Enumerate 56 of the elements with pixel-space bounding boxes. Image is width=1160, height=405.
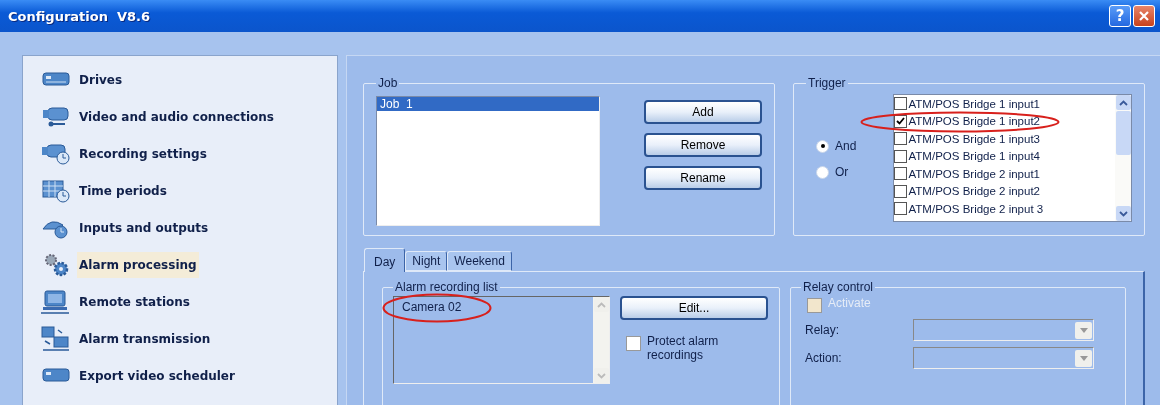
scrollbar[interactable]: [1115, 95, 1131, 221]
checkbox-label: Activate: [828, 296, 871, 310]
tab[interactable]: Weekend: [447, 251, 512, 271]
calendar-clock-icon: [41, 177, 71, 204]
window-title: Configuration V8.6: [8, 8, 151, 24]
group-label: Relay control: [802, 280, 875, 294]
job-button[interactable]: Add: [644, 100, 762, 124]
job-list[interactable]: Job 1: [376, 96, 600, 226]
scroll-down-icon[interactable]: [1118, 210, 1128, 217]
sidebar-item[interactable]: Recording settings: [77, 140, 209, 167]
checkbox[interactable]: [893, 132, 907, 146]
sidebar-item[interactable]: Drives: [77, 66, 125, 93]
sidebar-item[interactable]: Video and audio connections: [77, 103, 276, 130]
group-label: Job: [377, 76, 399, 90]
input-label: ATM/POS Brigde 1 input4: [908, 150, 1040, 163]
checkbox[interactable]: [893, 167, 907, 181]
dropdown-caret-icon: [1079, 327, 1088, 333]
network-icon: [41, 325, 71, 352]
radio-button[interactable]: [816, 139, 829, 153]
checkbox[interactable]: [626, 336, 641, 351]
input-label: ATM/POS Bridge 2 input2: [908, 185, 1040, 198]
checkbox[interactable]: [893, 184, 907, 198]
tab[interactable]: Night: [405, 251, 448, 271]
checkbox[interactable]: [893, 149, 907, 163]
job-button[interactable]: Remove: [644, 133, 762, 157]
checkbox-label: Protect alarm recordings: [647, 334, 720, 362]
radio-label: Or: [835, 165, 849, 179]
sidebar-item[interactable]: Export video scheduler: [77, 362, 237, 389]
list-item[interactable]: Job 1: [377, 97, 599, 111]
group-label: Trigger: [807, 76, 847, 90]
radio-label: And: [835, 139, 857, 153]
checkbox[interactable]: [893, 202, 907, 216]
input-label: ATM/POS Bridge 2 input 3: [908, 202, 1044, 215]
dropdown-caret-icon: [1079, 355, 1088, 361]
field-label: Relay:: [804, 323, 840, 337]
monitor-icon: [41, 288, 71, 315]
sidebar-item[interactable]: Alarm transmission: [77, 325, 213, 352]
input-label: ATM/POS Bridge 2 input1: [908, 167, 1040, 180]
close-button[interactable]: [1133, 5, 1155, 27]
radio-button[interactable]: [816, 165, 829, 179]
sidebar-item[interactable]: Alarm processing: [77, 251, 199, 278]
tab[interactable]: Day: [364, 248, 406, 272]
job-button[interactable]: Rename: [644, 166, 762, 190]
edit-button[interactable]: Edit...: [620, 296, 768, 320]
sidebar-item[interactable]: Remote stations: [77, 288, 192, 315]
close-icon: [1138, 10, 1150, 22]
input-label: ATM/POS Brigde 1 input2: [908, 115, 1040, 128]
field-label: Action:: [804, 351, 843, 365]
input-label: ATM/POS Brigde 1 input3: [908, 132, 1040, 145]
sidebar-item[interactable]: Time periods: [77, 177, 169, 204]
sidebar-item[interactable]: Inputs and outputs: [77, 214, 211, 241]
checkbox[interactable]: [893, 97, 907, 111]
input-label: ATM/POS Bridge 1 input1: [908, 97, 1040, 110]
check-icon: [895, 117, 905, 126]
group-label: Alarm recording list: [394, 280, 499, 294]
scroll-up-icon[interactable]: [1118, 99, 1128, 106]
